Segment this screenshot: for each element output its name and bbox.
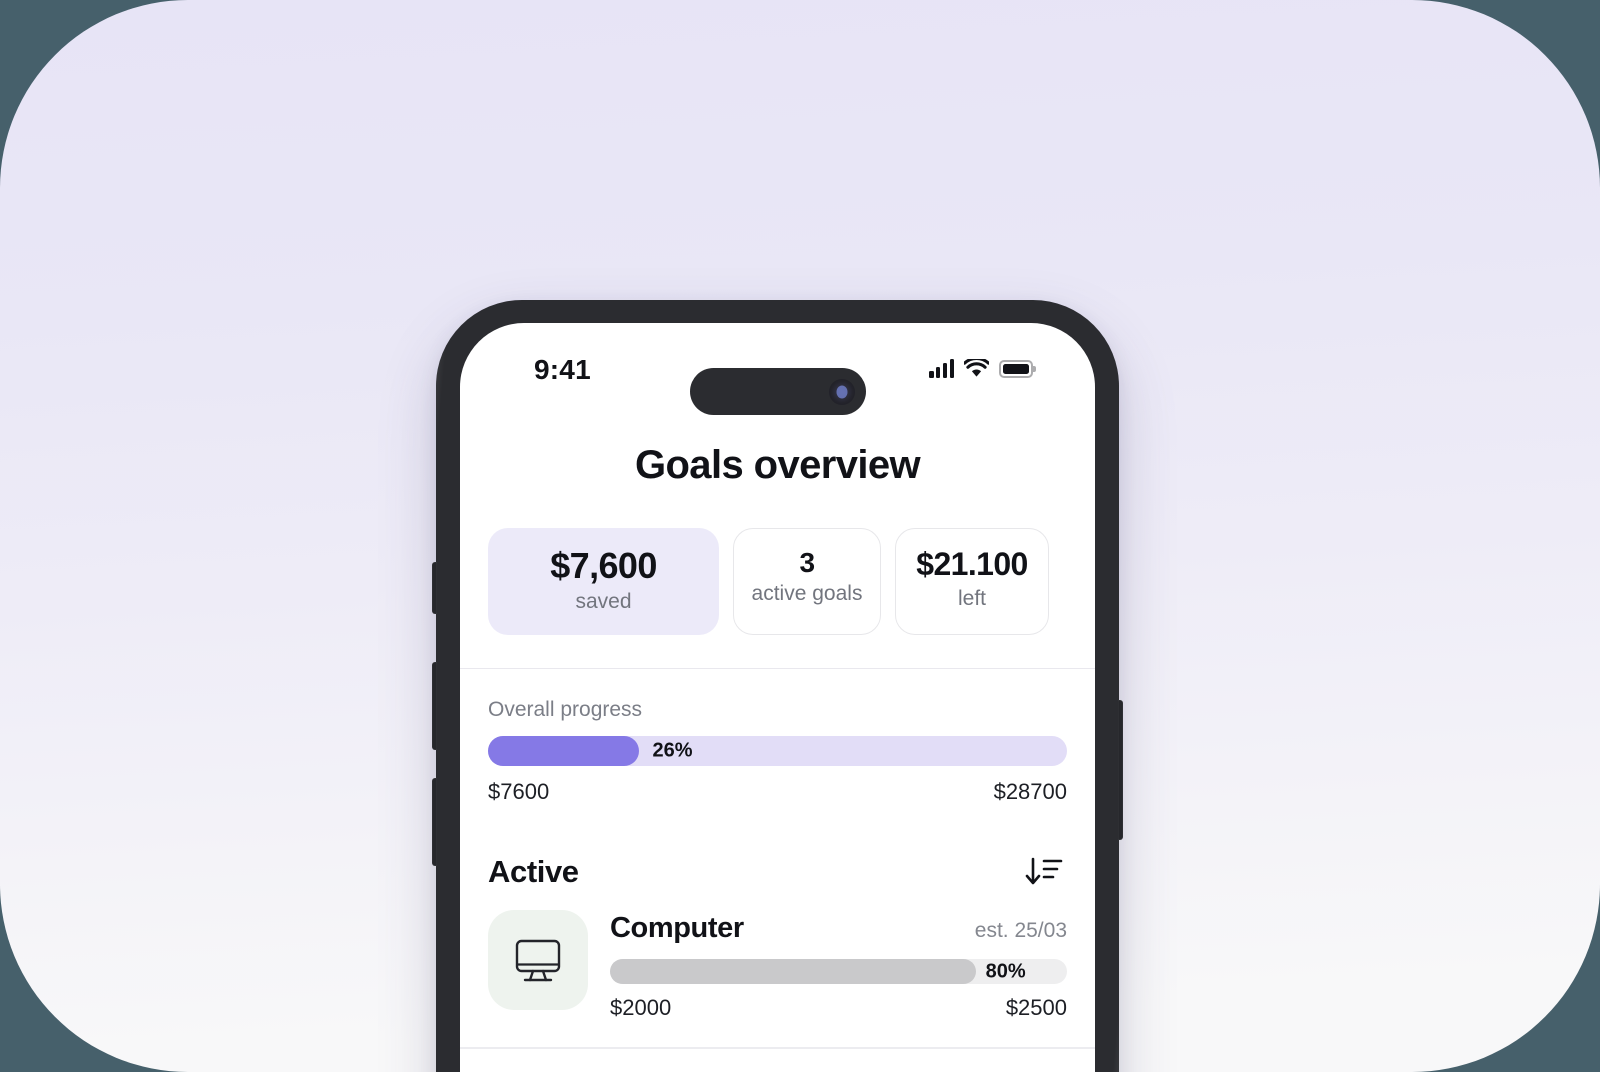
goal-estimate: est. 25/03 bbox=[974, 919, 1067, 943]
phone-frame: 9:41 Goals overview $7,600 saved 3 activ… bbox=[432, 300, 1123, 1072]
goal-saved-label: $2000 bbox=[610, 995, 672, 1021]
overall-max-label: $28700 bbox=[993, 779, 1067, 805]
stat-card-active-goals[interactable]: 3 active goals bbox=[733, 528, 881, 635]
stat-card-saved-label: saved bbox=[575, 590, 632, 614]
overall-min-label: $7600 bbox=[488, 779, 550, 805]
stat-cards-row: $7,600 saved 3 active goals $21.100 left bbox=[460, 528, 1095, 635]
stat-card-left-value: $21.100 bbox=[916, 546, 1028, 582]
goal-name: Computer bbox=[610, 912, 744, 945]
dynamic-island bbox=[689, 368, 866, 415]
overall-progress-bar[interactable]: 26% bbox=[488, 736, 1067, 767]
overall-progress-label: Overall progress bbox=[488, 698, 643, 722]
goal-range-row: $2000 $2500 bbox=[610, 995, 1067, 1021]
phone-screen: 9:41 Goals overview $7,600 saved 3 activ… bbox=[460, 323, 1095, 1072]
goal-top-row: Computer est. 25/03 bbox=[610, 912, 1067, 945]
stat-card-left[interactable]: $21.100 left bbox=[895, 528, 1049, 635]
goal-list-divider bbox=[460, 1047, 1095, 1049]
goal-icon-tile bbox=[488, 910, 588, 1011]
page-title: Goals overview bbox=[634, 443, 921, 487]
battery-full-icon bbox=[999, 360, 1033, 378]
status-time: 9:41 bbox=[534, 354, 591, 385]
goal-list-item[interactable]: Computer est. 25/03 80% $2000 $2500 bbox=[460, 892, 1095, 1021]
volume-down-button[interactable] bbox=[432, 778, 437, 866]
stat-card-active-goals-value: 3 bbox=[799, 547, 816, 578]
sort-descending-icon[interactable] bbox=[1021, 852, 1067, 892]
power-button[interactable] bbox=[1118, 700, 1123, 840]
goal-progress-fill bbox=[610, 959, 976, 985]
overall-range-row: $7600 $28700 bbox=[488, 779, 1067, 805]
cellular-signal-icon bbox=[929, 359, 954, 378]
goal-progress-percent: 80% bbox=[985, 960, 1026, 983]
stat-card-saved[interactable]: $7,600 saved bbox=[488, 528, 719, 635]
active-section-header: Active bbox=[460, 852, 1095, 892]
overall-progress-percent: 26% bbox=[652, 739, 693, 762]
mute-switch-button[interactable] bbox=[432, 562, 437, 614]
goal-body: Computer est. 25/03 80% $2000 $2500 bbox=[610, 910, 1067, 1021]
status-icons bbox=[929, 359, 1033, 378]
desktop-monitor-icon bbox=[515, 939, 561, 982]
goal-progress-bar[interactable]: 80% bbox=[610, 959, 1067, 985]
status-bar: 9:41 bbox=[460, 323, 1095, 419]
overall-progress-fill bbox=[488, 736, 639, 767]
active-section-title: Active bbox=[488, 854, 579, 890]
stat-card-active-goals-label: active goals bbox=[751, 582, 863, 606]
overall-progress-section: Overall progress 26% $7600 $28700 bbox=[460, 698, 1095, 805]
stat-card-left-label: left bbox=[957, 586, 986, 610]
front-camera-icon bbox=[828, 378, 855, 405]
stat-card-saved-value: $7,600 bbox=[550, 545, 657, 586]
section-divider bbox=[460, 667, 1095, 670]
wallpaper-canvas: 9:41 Goals overview $7,600 saved 3 activ… bbox=[0, 0, 1600, 1072]
goals-overview-screen: Goals overview $7,600 saved 3 active goa… bbox=[460, 443, 1095, 1049]
volume-up-button[interactable] bbox=[432, 662, 437, 750]
goal-target-label: $2500 bbox=[1005, 995, 1067, 1021]
wifi-icon bbox=[964, 359, 989, 378]
